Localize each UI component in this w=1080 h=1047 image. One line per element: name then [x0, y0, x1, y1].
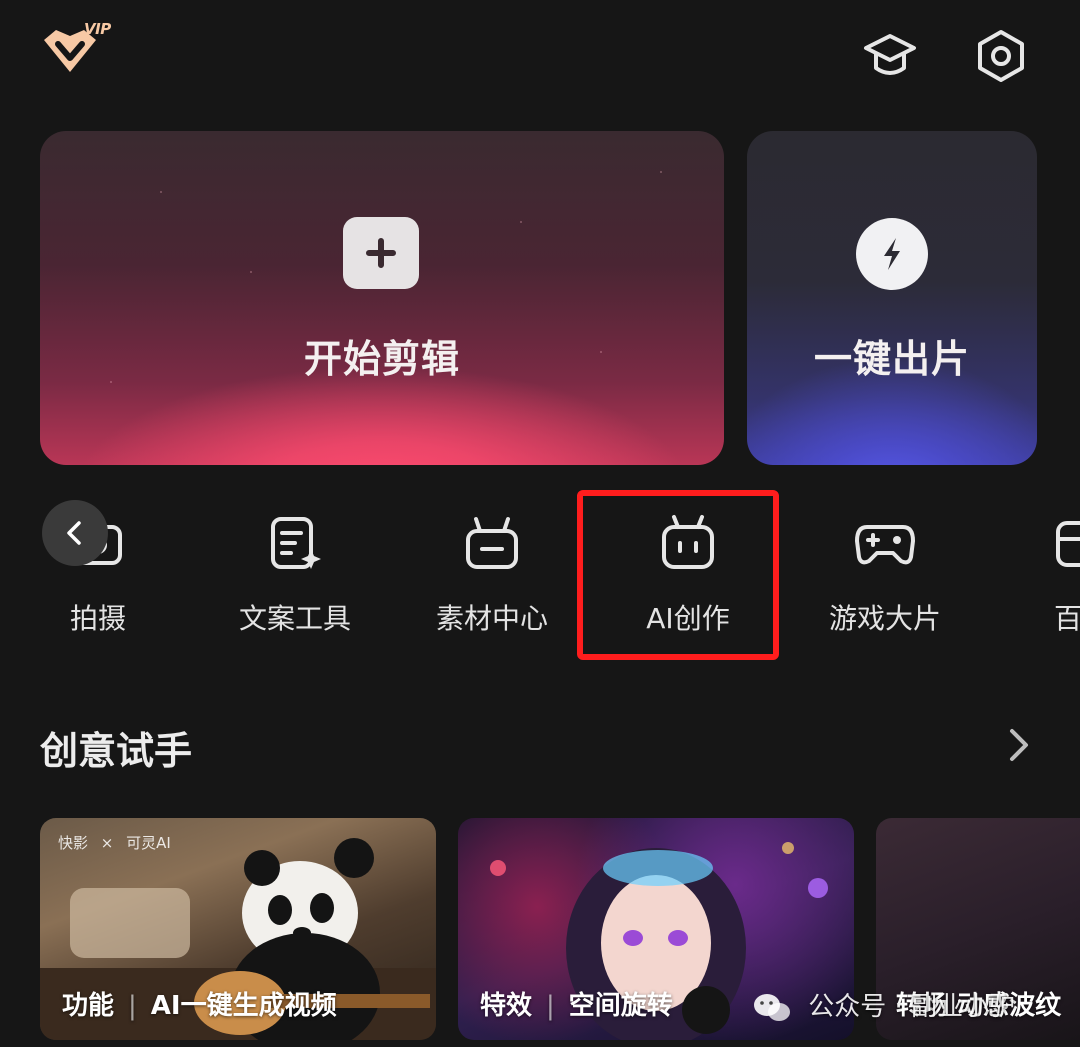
section-title: 创意试手 — [40, 729, 193, 773]
tool-game-video[interactable]: 游戏大片 — [805, 505, 965, 635]
vip-badge-text: VIP — [84, 20, 111, 38]
watermark-text: 公众号 · 副业小驴 — [808, 992, 1016, 1022]
tool-label: 百宝 — [1053, 602, 1080, 635]
material-box-icon — [466, 517, 518, 569]
section-more-button[interactable] — [1000, 725, 1036, 765]
wechat-icon — [754, 993, 790, 1021]
chevron-left-icon — [67, 521, 81, 545]
ai-creation-highlight — [577, 490, 779, 660]
settings-button[interactable] — [973, 28, 1029, 84]
template-caption: 功能 | AI一键生成视频 — [62, 991, 337, 1021]
template-card-ai-video[interactable]: 快影 × 可灵AI 功能 | AI一键生成视频 — [40, 818, 436, 1040]
tool-label: 拍摄 — [69, 602, 126, 635]
kuaiying-brand: 快影 — [58, 834, 89, 852]
wechat-watermark: 公众号 · 副业小驴 — [752, 986, 1015, 1024]
tool-toolbox[interactable]: 百宝 — [1002, 505, 1080, 635]
tool-copywriting[interactable]: 文案工具 — [215, 505, 375, 635]
toolbox-icon — [1056, 521, 1080, 567]
lightning-bolt-icon — [856, 218, 928, 290]
settings-hexagon-icon — [978, 30, 1024, 82]
template-tag: 特效 — [480, 991, 533, 1021]
tool-label: 文案工具 — [238, 602, 351, 635]
tool-label: 游戏大片 — [828, 602, 941, 635]
brand-strip: 快影 × 可灵AI — [58, 834, 171, 852]
kling-brand: 可灵AI — [126, 834, 171, 852]
vip-logo[interactable]: VIP — [40, 20, 118, 82]
tutorial-button[interactable] — [862, 28, 918, 84]
start-edit-label: 开始剪辑 — [303, 337, 460, 381]
tool-material-center[interactable]: 素材中心 — [412, 505, 572, 635]
one-click-card[interactable]: 一键出片 — [747, 131, 1037, 465]
template-title: AI一键生成视频 — [150, 991, 337, 1021]
tool-label: 素材中心 — [435, 602, 548, 635]
graduation-cap-icon — [864, 34, 916, 75]
gamepad-icon — [855, 525, 915, 565]
one-click-label: 一键出片 — [813, 337, 970, 381]
chevron-right-icon — [1010, 729, 1028, 761]
app-screen: VIP 开始剪辑 一键出片 拍摄 文案工具 素材中心 AI创作 游戏大片 百 创… — [0, 0, 1080, 1047]
template-tag: 功能 — [62, 991, 115, 1021]
start-edit-card[interactable]: 开始剪辑 — [40, 131, 724, 465]
template-title: 空间旋转 — [568, 991, 673, 1021]
plus-icon — [343, 217, 419, 289]
document-sparkle-icon — [271, 517, 321, 569]
scroll-back-button[interactable] — [42, 500, 108, 566]
template-caption: 特效 | 空间旋转 — [480, 991, 673, 1021]
